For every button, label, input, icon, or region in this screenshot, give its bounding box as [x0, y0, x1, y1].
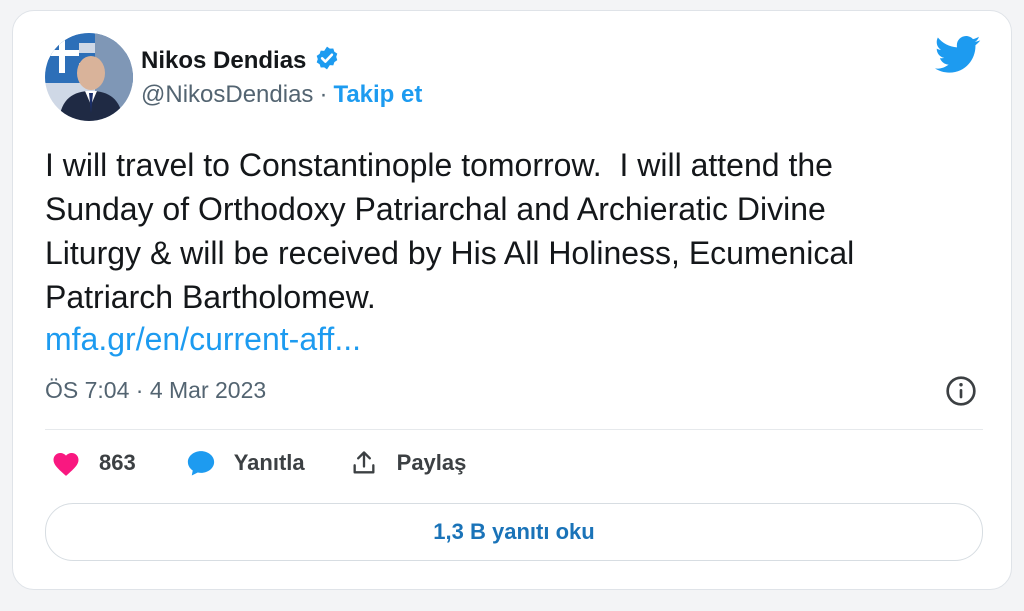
share-label: Paylaş [396, 450, 467, 475]
author-name[interactable]: Nikos Dendias [141, 47, 306, 75]
tweet-link[interactable]: mfa.gr/en/current-aff... [45, 321, 361, 358]
like-button[interactable]: 863 [51, 449, 136, 477]
follow-link[interactable]: Takip et [333, 81, 422, 109]
reply-label: Yanıtla [233, 450, 305, 475]
avatar[interactable] [45, 33, 133, 121]
read-replies-button[interactable]: 1,3 B yanıtı oku [45, 503, 983, 561]
handle-separator: · [319, 81, 328, 108]
share-button[interactable]: Paylaş [349, 449, 467, 477]
like-count: 863 [99, 450, 136, 475]
share-upload-icon [353, 451, 375, 474]
speech-bubble-icon [187, 451, 214, 476]
divider [45, 429, 983, 430]
tweet-timestamp[interactable]: ÖS 7:04 · 4 Mar 2023 [45, 377, 266, 404]
author-row: Nikos Dendias [141, 45, 340, 76]
verified-badge-icon [314, 45, 340, 76]
handle-row: @NikosDendias · Takip et [141, 81, 422, 109]
tweet-text: I will travel to Constantinople tomorrow… [45, 147, 855, 315]
twitter-bird-icon[interactable] [935, 35, 981, 75]
tweet-card: Nikos Dendias @NikosDendias · Takip et I… [12, 10, 1012, 590]
reply-button[interactable]: Yanıtla [186, 449, 305, 477]
info-icon[interactable] [945, 375, 977, 407]
action-bar: 863 Yanıtla Paylaş [51, 449, 466, 477]
heart-icon [53, 453, 79, 476]
author-handle[interactable]: @NikosDendias [141, 81, 313, 109]
